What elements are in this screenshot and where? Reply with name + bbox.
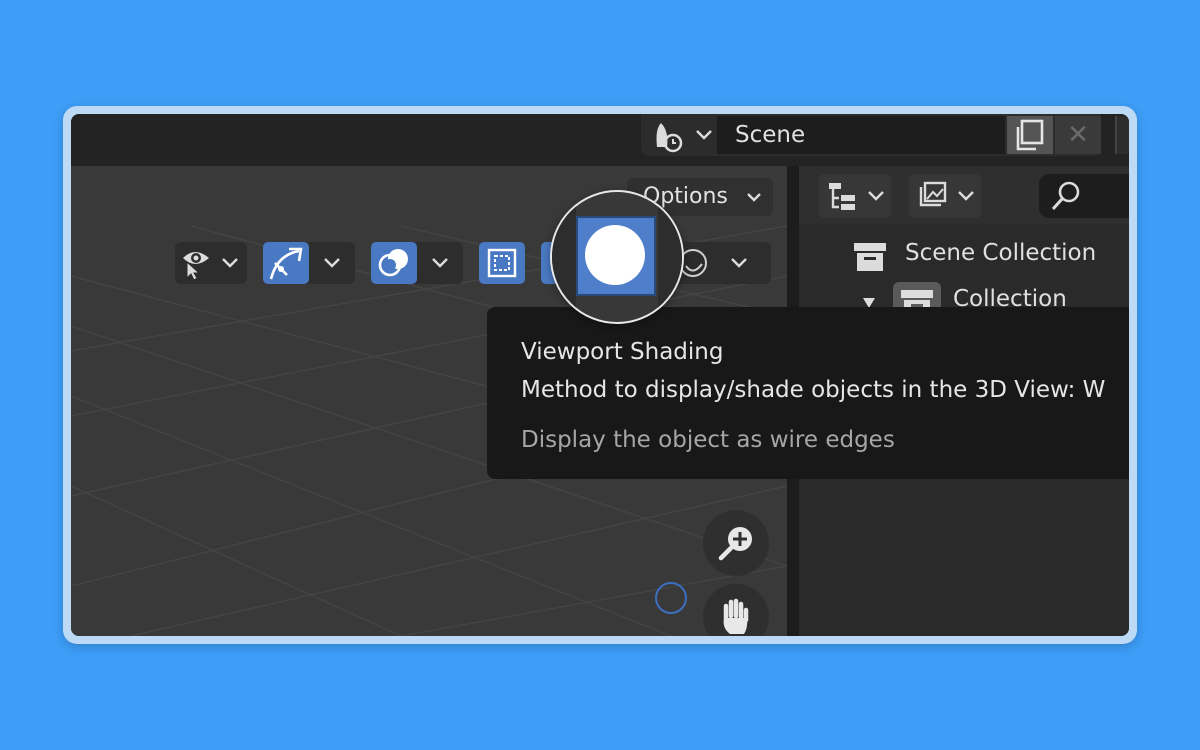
magnifier-callout	[550, 190, 684, 324]
scene-name-field[interactable]: Scene	[717, 116, 1005, 154]
xray-icon	[487, 248, 517, 278]
new-scene-button[interactable]	[1007, 116, 1053, 154]
visibility-dropdown[interactable]	[175, 242, 247, 284]
xray-button[interactable]	[479, 242, 525, 284]
display-mode-dropdown[interactable]	[819, 174, 891, 218]
image-stack-icon	[919, 181, 947, 207]
tooltip: Viewport Shading Method to display/shade…	[487, 307, 1129, 479]
scene-browse-button[interactable]	[647, 116, 715, 154]
outliner-search-field[interactable]	[1039, 174, 1129, 218]
overlays-icon	[378, 249, 408, 277]
delete-scene-button[interactable]: ✕	[1055, 116, 1101, 154]
search-icon	[1051, 181, 1080, 211]
next-panel-edge	[1115, 116, 1129, 154]
filter-dropdown[interactable]	[909, 174, 981, 218]
zoom-in-icon	[718, 527, 752, 561]
tooltip-title: Viewport Shading	[521, 339, 724, 365]
chevron-down-icon	[696, 130, 712, 140]
tooltip-description: Method to display/shade objects in the 3…	[521, 377, 1106, 403]
chevron-down-icon	[731, 258, 747, 268]
screenshot-frame: Scene ✕ Options Scene Collection Collect…	[63, 106, 1137, 644]
collection-box-icon	[854, 243, 886, 271]
overlays-dropdown[interactable]	[371, 242, 463, 284]
gizmo-toggle[interactable]	[263, 242, 309, 284]
tooltip-subtitle: Display the object as wire edges	[521, 427, 895, 453]
scene-icon	[656, 123, 683, 153]
gizmo-arrow-icon	[269, 247, 303, 280]
close-icon: ✕	[1067, 120, 1089, 150]
outliner-tree-icon	[829, 183, 855, 210]
chevron-down-icon	[432, 258, 448, 268]
eye-pointer-icon	[183, 252, 209, 280]
gizmo-dropdown[interactable]	[263, 242, 355, 284]
hand-icon	[723, 598, 749, 634]
chevron-down-icon	[868, 191, 884, 201]
chevron-down-icon	[747, 193, 761, 202]
outliner-scene-collection[interactable]: Scene Collection	[905, 240, 1096, 266]
copy-icon	[1016, 119, 1044, 151]
wireframe-circle-icon	[585, 225, 645, 285]
chevron-down-icon	[324, 258, 340, 268]
chevron-down-icon	[958, 191, 974, 201]
chevron-down-icon	[222, 258, 238, 268]
zoom-button[interactable]	[703, 510, 769, 576]
overlays-toggle[interactable]	[371, 242, 417, 284]
